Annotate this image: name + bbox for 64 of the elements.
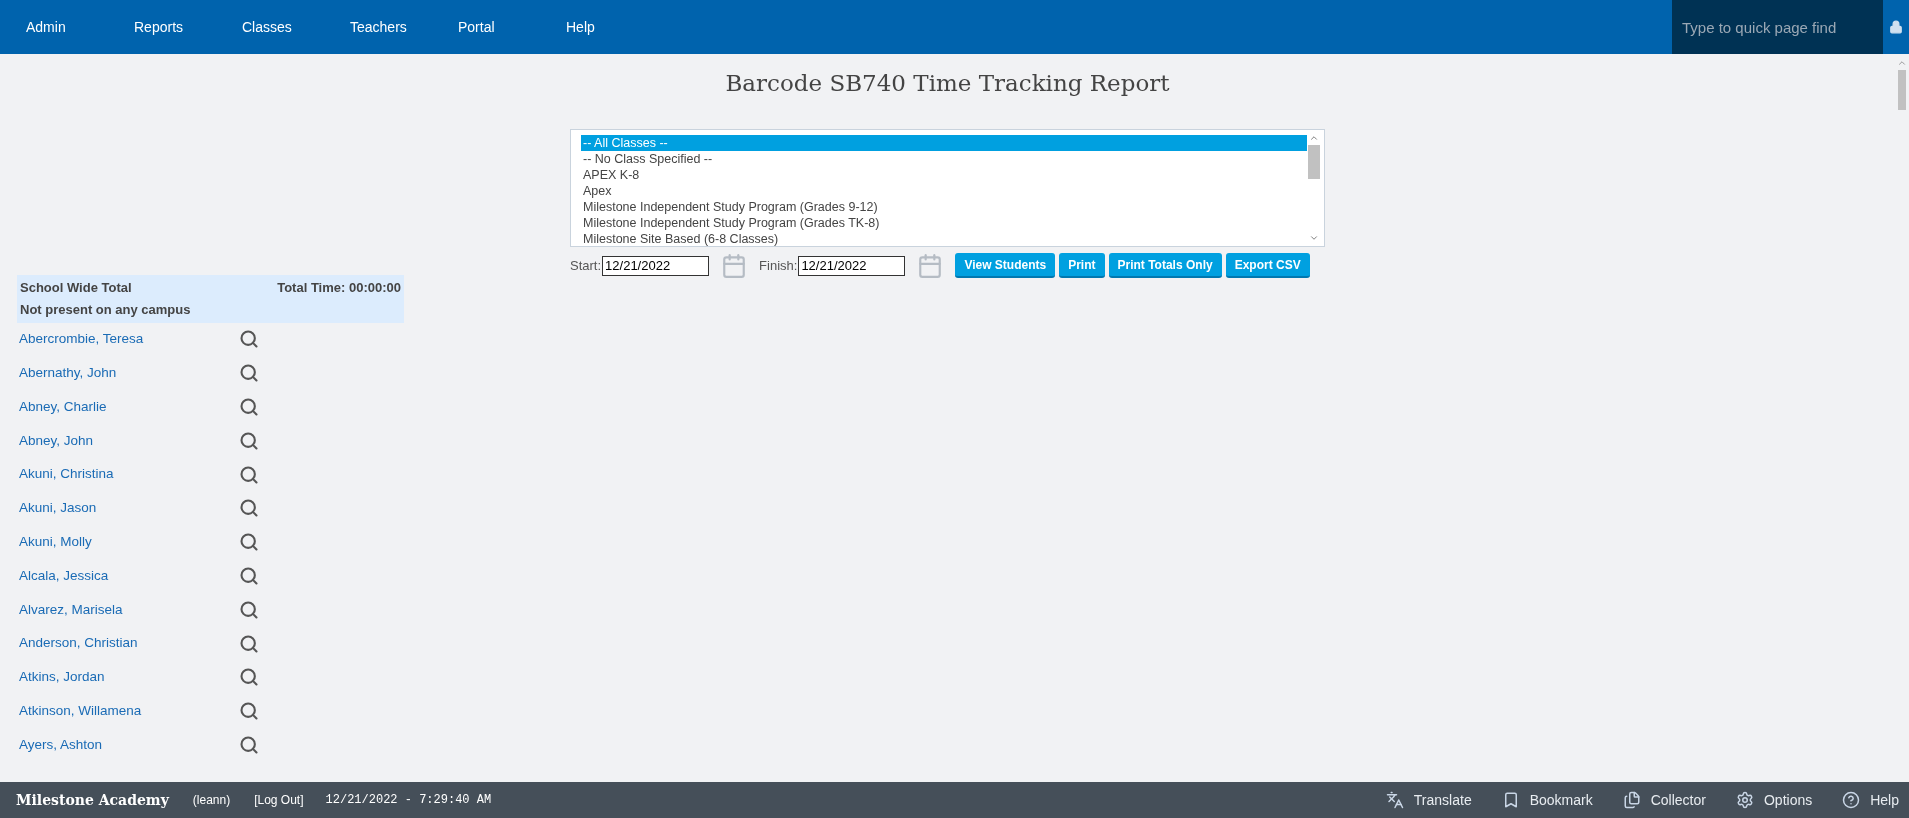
search-icon[interactable] [239,498,259,519]
footer-tool-link[interactable]: Translate [1385,789,1472,811]
class-option[interactable]: APEX K-8 [581,166,1307,183]
footer-tool-link[interactable]: Help [1842,789,1899,811]
footer-tool-link[interactable]: Bookmark [1501,789,1593,811]
nav-link[interactable]: Teachers [350,16,458,38]
class-option[interactable]: Milestone Site Based (6-8 Classes) [581,230,1307,247]
search-icon[interactable] [239,667,259,688]
student-link[interactable]: Abercrombie, Teresa [17,329,239,350]
search-icon[interactable] [239,430,259,451]
help-icon [1842,791,1861,809]
class-option[interactable]: Apex [581,182,1307,199]
total-time: Total Time: 00:00:00 [277,278,401,297]
student-link[interactable]: Alcala, Jessica [17,565,239,587]
page-title: Barcode SB740 Time Tracking Report [724,69,1171,98]
class-option[interactable]: -- No Class Specified -- [581,150,1307,167]
school-name: Milestone Academy [16,790,169,810]
student-link[interactable]: Abney, Charlie [17,396,239,418]
user-name: (leann) [192,792,231,809]
student-link[interactable]: Akuni, Christina [17,464,239,485]
class-option[interactable]: Milestone Independent Study Program (Grades 9-12) [581,198,1307,215]
start-date-field[interactable]: 12/21/2022 [602,255,710,276]
nav-link[interactable]: Classes [242,16,350,38]
student-link[interactable]: Abernathy, John [17,363,239,384]
student-link[interactable]: Abney, John [17,430,239,451]
nav-link[interactable]: Help [566,16,674,38]
finish-date-field[interactable]: 12/21/2022 [798,255,906,276]
class-listbox[interactable]: -- All Classes -- -- No Class Specified -- APEX K-8 Apex Milestone Independent Study Program (Grades 9-12) Milestone Independent Study Program (Grades TK-8) Milestone Site Based (6-8 Classes) [570,128,1325,247]
summary-label: School Wide Total [20,278,132,297]
search-icon[interactable] [239,397,259,417]
options-icon [1735,791,1754,809]
footer-tool-link[interactable]: Collector [1622,789,1706,811]
nav-link[interactable]: Admin [26,16,134,38]
scrollbar-thumb[interactable] [1898,70,1906,110]
translate-icon [1385,791,1404,809]
finish-label: Finish: [759,256,798,275]
logout-link[interactable]: [Log Out] [254,791,304,809]
student-link[interactable]: Akuni, Jason [17,498,239,519]
search-icon[interactable] [239,464,259,485]
student-link[interactable]: Alvarez, Marisela [17,599,239,620]
quick-find-field[interactable]: Type to quick page find [1672,0,1883,54]
summary-note: Not present on any campus [20,300,191,319]
student-link[interactable]: Anderson, Christian [17,633,239,654]
student-link[interactable]: Atkins, Jordan [17,667,239,688]
search-icon[interactable] [239,363,259,384]
search-icon[interactable] [239,633,259,654]
footer-tool-link[interactable]: Options [1735,789,1813,811]
nav-link[interactable]: Reports [134,16,242,38]
student-link[interactable]: Akuni, Molly [17,532,239,553]
date-time: 12/21/2022 - 7:29:40 AM [325,792,492,809]
nav-link[interactable]: Portal [458,16,566,38]
lock-icon [1889,20,1903,34]
class-option[interactable]: Milestone Independent Study Program (Grades TK-8) [581,214,1307,231]
scrollbar-thumb[interactable] [1308,144,1320,179]
search-icon[interactable] [239,532,259,553]
search-icon[interactable] [239,329,259,350]
collector-icon [1622,791,1641,809]
search-icon[interactable] [239,701,259,722]
start-label: Start: [570,256,602,275]
search-icon[interactable] [239,599,259,620]
search-icon[interactable] [239,734,259,755]
search-icon[interactable] [239,565,259,586]
student-link[interactable]: Ayers, Ashton [17,734,239,756]
student-link[interactable]: Atkinson, Willamena [17,701,239,722]
